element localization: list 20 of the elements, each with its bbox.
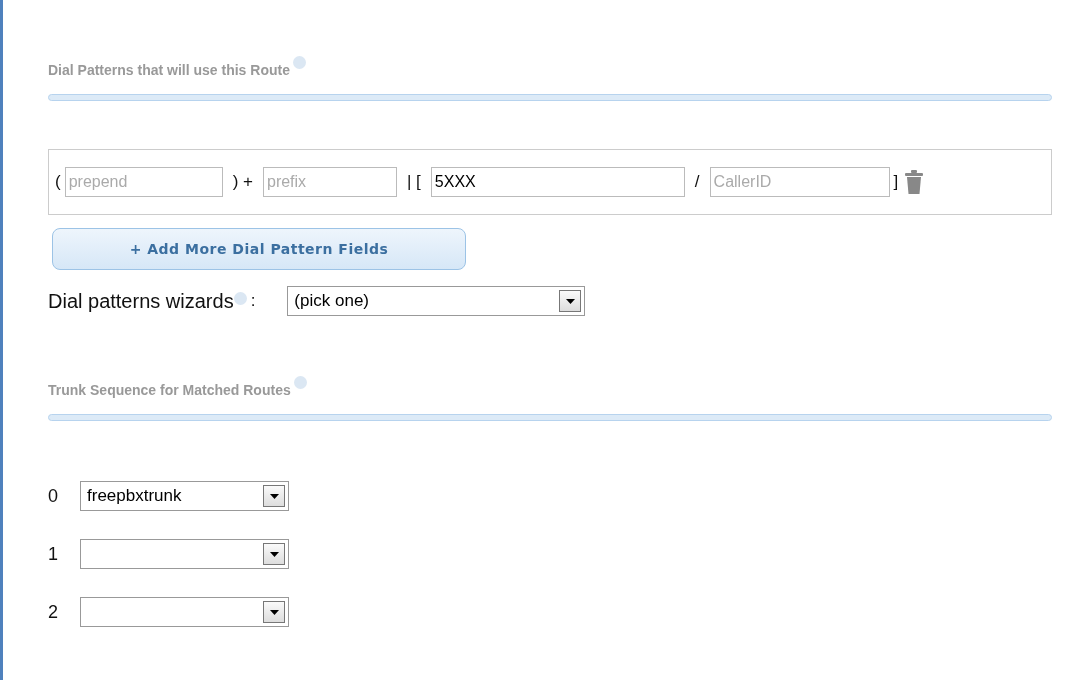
plus-text: ) + bbox=[231, 172, 254, 192]
colon-text: : bbox=[250, 291, 256, 311]
sequence-number: 2 bbox=[48, 601, 58, 623]
slash-text: / bbox=[693, 172, 701, 192]
prefix-field[interactable]: prefix bbox=[263, 167, 397, 197]
paren-text: ( bbox=[55, 172, 61, 192]
callerid-field[interactable]: CallerID bbox=[709, 167, 890, 197]
sequence-number: 0 bbox=[48, 485, 58, 507]
section-heading: Dial Patterns that will use this Route bbox=[48, 62, 290, 78]
prepend-field[interactable]: prepend bbox=[64, 167, 223, 197]
bracket-text: | [ bbox=[406, 172, 422, 192]
match-pattern-field[interactable]: 5XXX bbox=[430, 167, 685, 197]
wizard-label: Dial patterns wizards bbox=[48, 289, 234, 313]
wizard-dropdown[interactable]: (pick one) bbox=[287, 286, 586, 316]
sequence-number: 1 bbox=[48, 543, 58, 565]
section-heading: Trunk Sequence for Matched Routes bbox=[48, 382, 291, 398]
trunk-dropdown[interactable]: freepbxtrunk bbox=[80, 481, 289, 511]
trash-icon[interactable] bbox=[904, 170, 925, 194]
add-dial-pattern-button[interactable]: + Add More Dial Pattern Fields bbox=[52, 228, 466, 270]
bracket-text: ] bbox=[893, 172, 899, 192]
